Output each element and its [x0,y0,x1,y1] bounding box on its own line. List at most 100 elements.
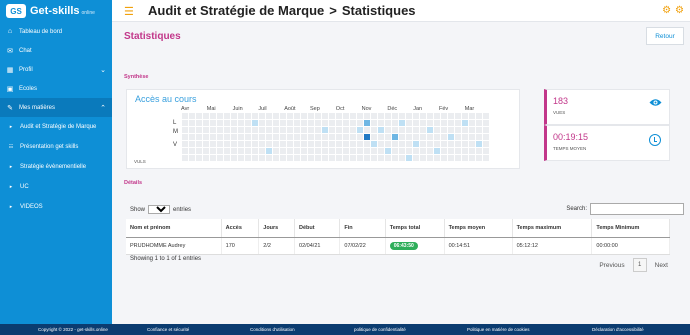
footer-link-security[interactable]: Confiance et sécurité [147,327,189,332]
page-button-current[interactable]: 1 [632,258,647,272]
column-header[interactable]: Jours [258,219,296,238]
column-header[interactable]: Temps Minimum [591,219,670,238]
heatmap-cell [476,113,482,119]
heatmap-cell [399,141,405,147]
sidebar-subitem-event[interactable]: ▸ Stratégie évènementielle [0,157,112,177]
sidebar: ⌂ Tableau de bord ✉ Chat ▦ Profil ⌄ ▣ Ec… [0,22,112,324]
sidebar-subitem-presentation[interactable]: ☷ Présentation get skills [0,137,112,157]
sidebar-subitem-videos[interactable]: ▸ VIDEOS [0,197,112,217]
heatmap-cell [483,127,489,133]
heatmap-cell [336,141,342,147]
heatmap-cell [336,127,342,133]
heatmap-cell [280,155,286,161]
month-label: Juin [232,106,243,112]
page-length-select[interactable]: 10 [148,205,171,214]
stats-table: Nom et prénom Accès Jours Début Fin Temp… [126,219,670,255]
heatmap-cell [322,134,328,140]
heatmap-cell [203,155,209,161]
heatmap-cell [476,127,482,133]
heatmap-cell [385,127,391,133]
heatmap-cell [238,148,244,154]
logo[interactable]: GS Get-skills online [0,0,112,22]
heatmap-cell [329,155,335,161]
table-search: Search: [566,203,684,215]
heatmap-cell [238,113,244,119]
month-label: Juil [258,106,267,112]
heatmap-cell [182,134,188,140]
heatmap-cell [350,155,356,161]
heatmap-cell [231,120,237,126]
user-settings-icon[interactable]: ⚙ [675,5,684,16]
sidebar-subitem-uc[interactable]: ▸ UC [0,177,112,197]
search-input[interactable] [590,203,684,215]
column-header[interactable]: Temps total [385,219,445,238]
heatmap-cell [224,155,230,161]
heatmap-cell [448,127,454,133]
sidebar-item-profile[interactable]: ▦ Profil ⌄ [0,60,112,79]
heatmap-cell [483,113,489,119]
heatmap-cell [364,120,370,126]
heatmap-cell [259,113,265,119]
heatmap-cell [469,148,475,154]
previous-button[interactable]: Previous [599,262,624,269]
sidebar-item-dashboard[interactable]: ⌂ Tableau de bord [0,22,112,41]
column-header[interactable]: Accès [221,219,260,238]
heatmap-cell [434,155,440,161]
day-label: L [173,120,177,126]
next-button[interactable]: Next [655,262,668,269]
heatmap-cell [245,155,251,161]
heatmap-cell [273,113,279,119]
heatmap-cell [357,155,363,161]
back-button[interactable]: Retour [646,27,684,45]
footer: Copyright © 2022 - get-skills.online Con… [0,324,690,335]
column-header[interactable]: Temps maximum [512,219,593,238]
column-header[interactable]: Nom et prénom [126,219,222,238]
heatmap-cell [469,134,475,140]
heatmap-cell [182,155,188,161]
heatmap-cell [217,134,223,140]
sidebar-item-label: Profil [19,66,33,73]
heatmap-cell [224,141,230,147]
footer-link-accessibility[interactable]: Déclaration d'accessibilité [592,327,644,332]
heatmap-cell [231,141,237,147]
menu-toggle-icon[interactable]: ☰ [124,5,134,18]
heatmap-cell [469,141,475,147]
heatmap-cell [336,148,342,154]
heatmap-cell [245,127,251,133]
top-bar: GS Get-skills online ☰ Audit et Stratégi… [0,0,690,22]
footer-link-privacy[interactable]: politique de confidentialité [354,327,406,332]
sidebar-subitem-audit[interactable]: ▸ Audit et Stratégie de Marque [0,117,112,137]
column-header[interactable]: Début [294,219,341,238]
heatmap-cell [273,120,279,126]
access-heatmap-card: Accès au cours Avr Mai Juin Juil Août Sep Oct N… [126,89,520,169]
heatmap-cell [182,113,188,119]
heatmap-cell [196,155,202,161]
column-header[interactable]: Fin [339,219,386,238]
footer-link-terms[interactable]: Conditions d'utilisation [250,327,295,332]
sidebar-item-schools[interactable]: ▣ Ecoles [0,79,112,98]
heatmap-cell [252,155,258,161]
column-header[interactable]: Temps moyen [444,219,513,238]
heatmap-cell [378,155,384,161]
day-label: V [173,142,178,148]
heatmap-cell [378,127,384,133]
heatmap-cell [217,113,223,119]
edit-icon: ✎ [7,104,13,112]
heatmap-cell [196,134,202,140]
heatmap-cell [224,120,230,126]
heatmap-cell [448,134,454,140]
top-icons: ⚙ ⚙ [662,5,684,16]
heatmap-cell [399,127,405,133]
footer-link-cookies[interactable]: Politique en matière de cookies [467,327,530,332]
caret-right-icon: ▸ [9,184,13,190]
heatmap-cell [364,148,370,154]
heatmap-cell [217,127,223,133]
heatmap-cell [266,148,272,154]
heatmap-cell [371,134,377,140]
sidebar-item-subjects[interactable]: ✎ Mes matières ⌃ [0,98,112,117]
heatmap-cell [189,134,195,140]
sidebar-item-chat[interactable]: ✉ Chat [0,41,112,60]
settings-icon[interactable]: ⚙ [662,5,671,16]
heatmap-cell [238,120,244,126]
heatmap-grid [182,113,489,161]
